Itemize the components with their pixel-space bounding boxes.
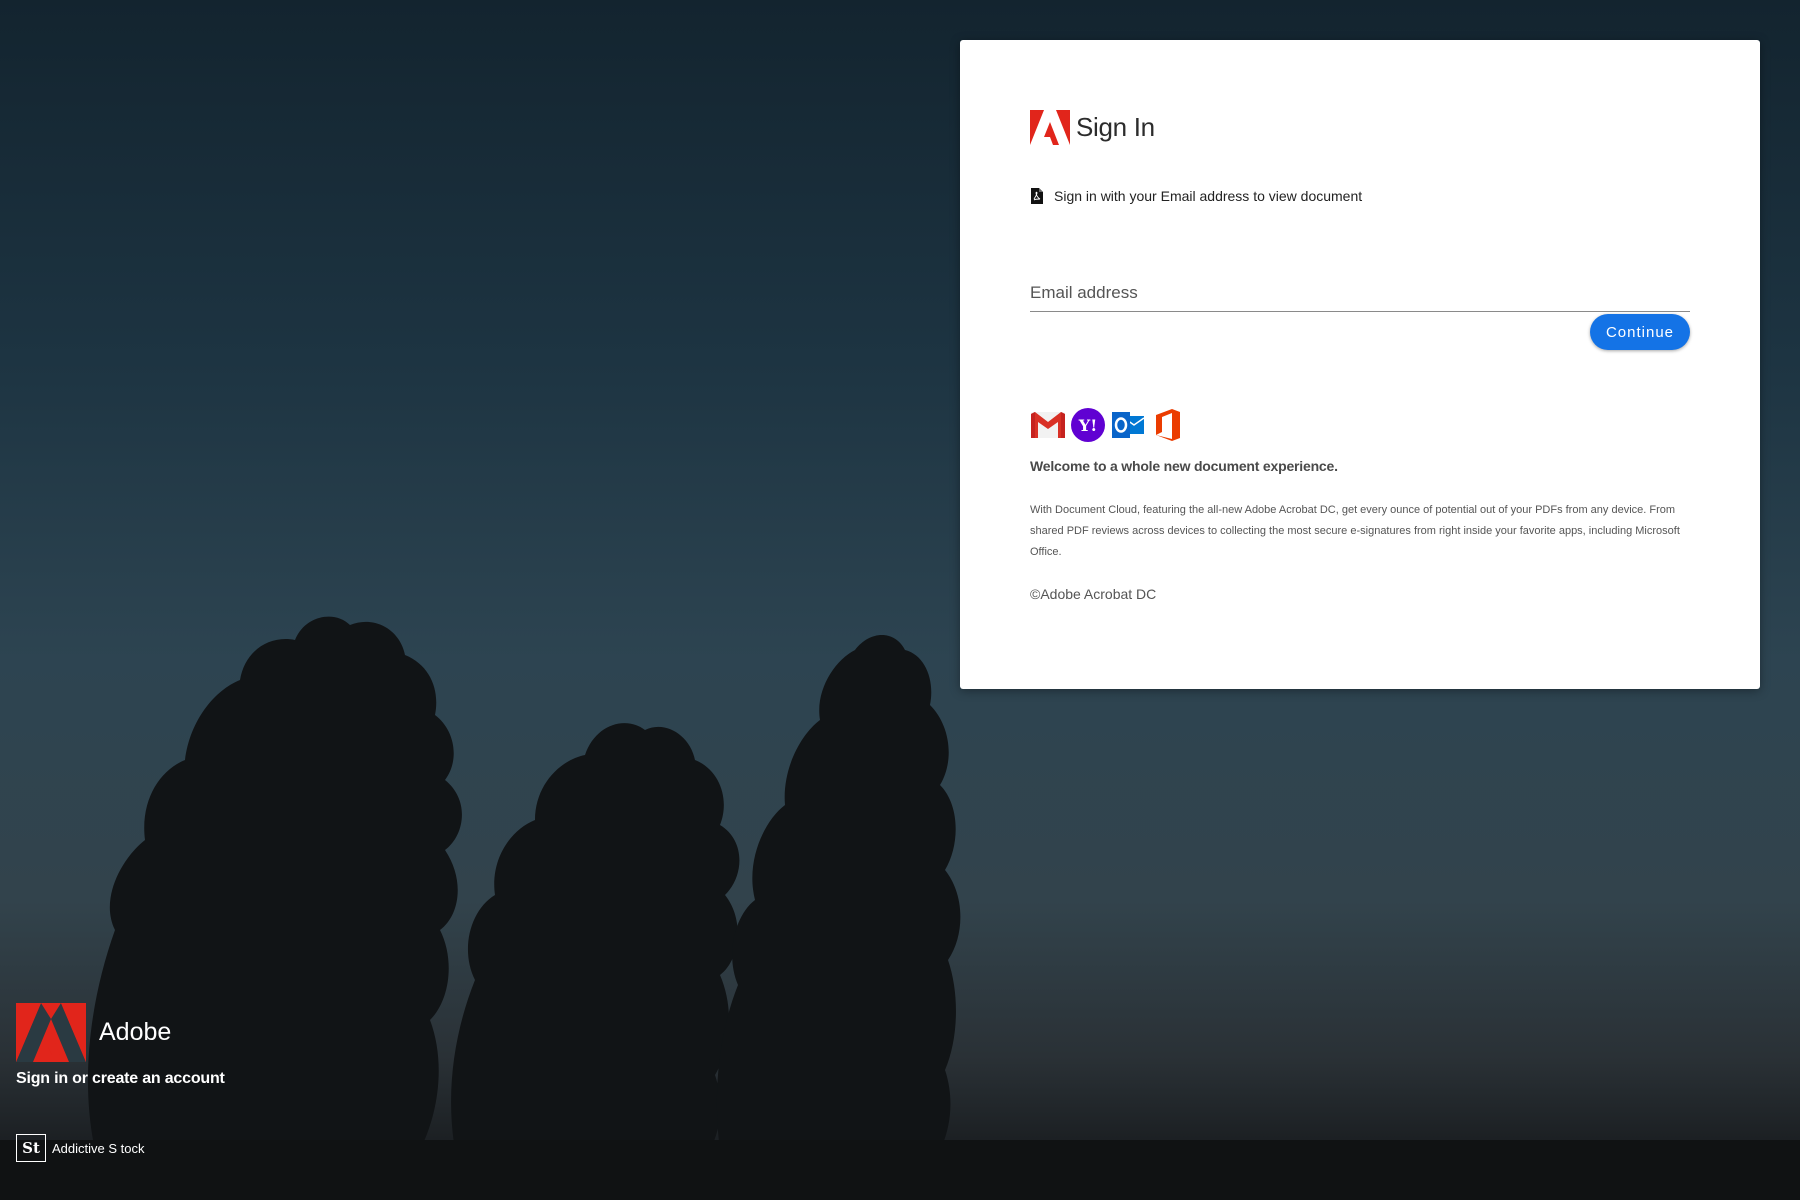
gmail-icon[interactable] xyxy=(1030,407,1066,443)
yahoo-icon[interactable]: Y! xyxy=(1070,407,1106,443)
signin-card: Sign In Sign in with your Email address … xyxy=(960,40,1760,689)
adobe-brand: Adobe xyxy=(16,1003,171,1062)
adobe-stock-icon: St xyxy=(16,1134,46,1162)
welcome-description: With Document Cloud, featuring the all-n… xyxy=(1030,504,1680,558)
brand-tagline: Sign in or create an account xyxy=(16,1070,225,1087)
outlook-icon[interactable] xyxy=(1110,407,1146,443)
instruction-text: Sign in with your Email address to view … xyxy=(1054,188,1363,204)
card-header: Sign In xyxy=(1030,110,1155,145)
page-title: Sign In xyxy=(1076,112,1155,142)
signin-instruction: Sign in with your Email address to view … xyxy=(1030,188,1362,204)
adobe-logo-large-icon xyxy=(16,1003,86,1062)
office-icon[interactable] xyxy=(1150,407,1186,443)
email-input[interactable] xyxy=(1030,283,1690,303)
email-provider-icons: Y! xyxy=(1030,407,1186,443)
credit-text: Addictive S tock xyxy=(52,1140,145,1156)
brand-name: Adobe xyxy=(99,1018,172,1046)
svg-text:Y!: Y! xyxy=(1078,416,1097,435)
copyright-text: ©Adobe Acrobat DC xyxy=(1030,586,1157,602)
continue-button[interactable]: Continue xyxy=(1590,314,1690,350)
photo-credit: St Addictive S tock xyxy=(16,1134,145,1162)
pdf-document-icon xyxy=(1031,188,1043,204)
adobe-logo-icon xyxy=(1030,110,1070,145)
welcome-heading: Welcome to a whole new document experien… xyxy=(1030,458,1338,474)
email-field-wrapper xyxy=(1030,240,1690,312)
